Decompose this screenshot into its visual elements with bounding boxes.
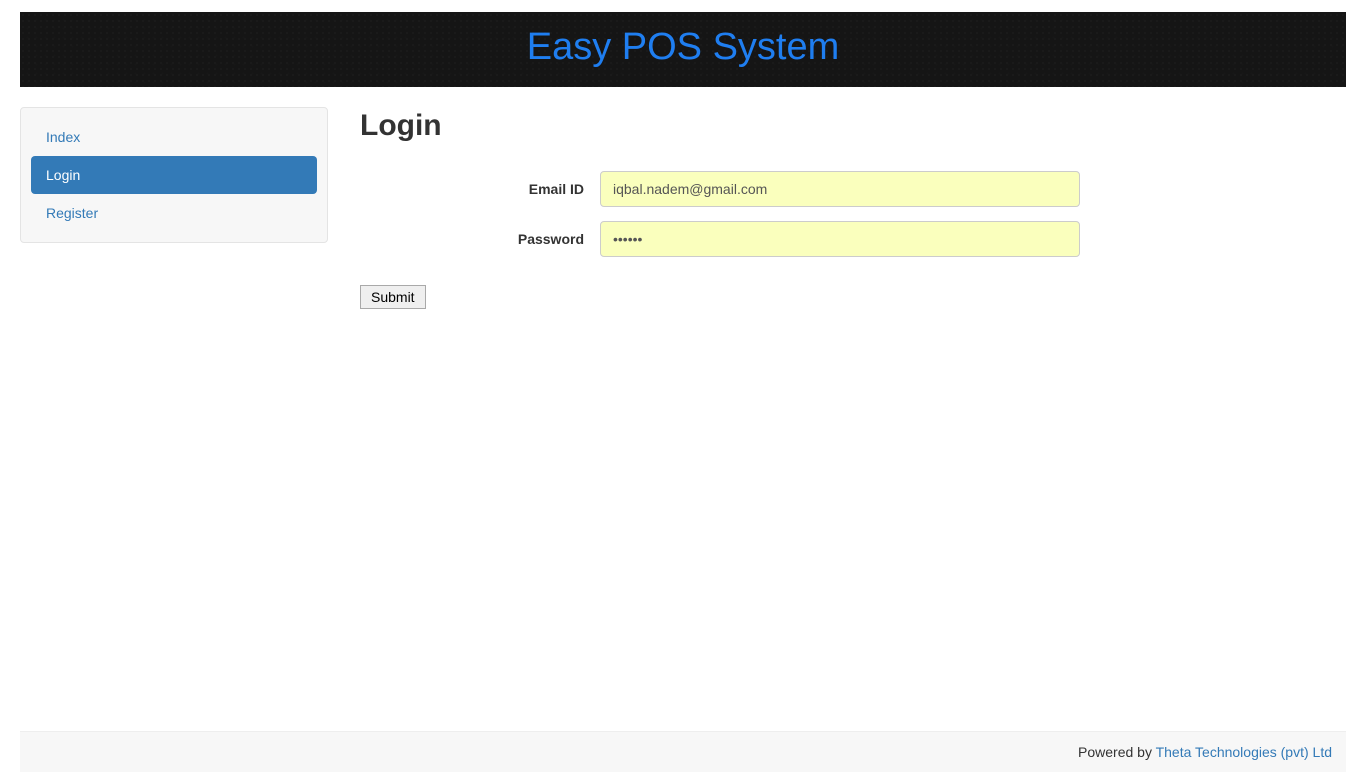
sidebar-item-index[interactable]: Index	[31, 118, 317, 156]
page-title: Login	[360, 109, 1346, 143]
sidebar-item-login[interactable]: Login	[31, 156, 317, 194]
header-bar: Easy POS System	[20, 12, 1346, 87]
footer-link[interactable]: Theta Technologies (pvt) Ltd	[1156, 744, 1332, 760]
sidebar-item-register[interactable]: Register	[31, 194, 317, 232]
sidebar-item-label: Register	[46, 205, 98, 221]
app-title: Easy POS System	[527, 26, 840, 68]
sidebar-item-label: Login	[46, 167, 80, 183]
footer-prefix: Powered by	[1078, 744, 1156, 760]
email-label: Email ID	[360, 181, 600, 197]
main-content: Login Email ID Password Submit	[360, 107, 1346, 309]
sidebar-item-label: Index	[46, 129, 80, 145]
password-field[interactable]	[600, 221, 1080, 257]
form-row-password: Password	[360, 221, 1346, 257]
submit-button[interactable]: Submit	[360, 285, 426, 309]
email-field[interactable]	[600, 171, 1080, 207]
password-label: Password	[360, 231, 600, 247]
main-container: Index Login Register Login Email ID Pass…	[0, 87, 1366, 329]
sidebar: Index Login Register	[20, 107, 328, 243]
footer: Powered by Theta Technologies (pvt) Ltd	[20, 731, 1346, 772]
form-row-email: Email ID	[360, 171, 1346, 207]
